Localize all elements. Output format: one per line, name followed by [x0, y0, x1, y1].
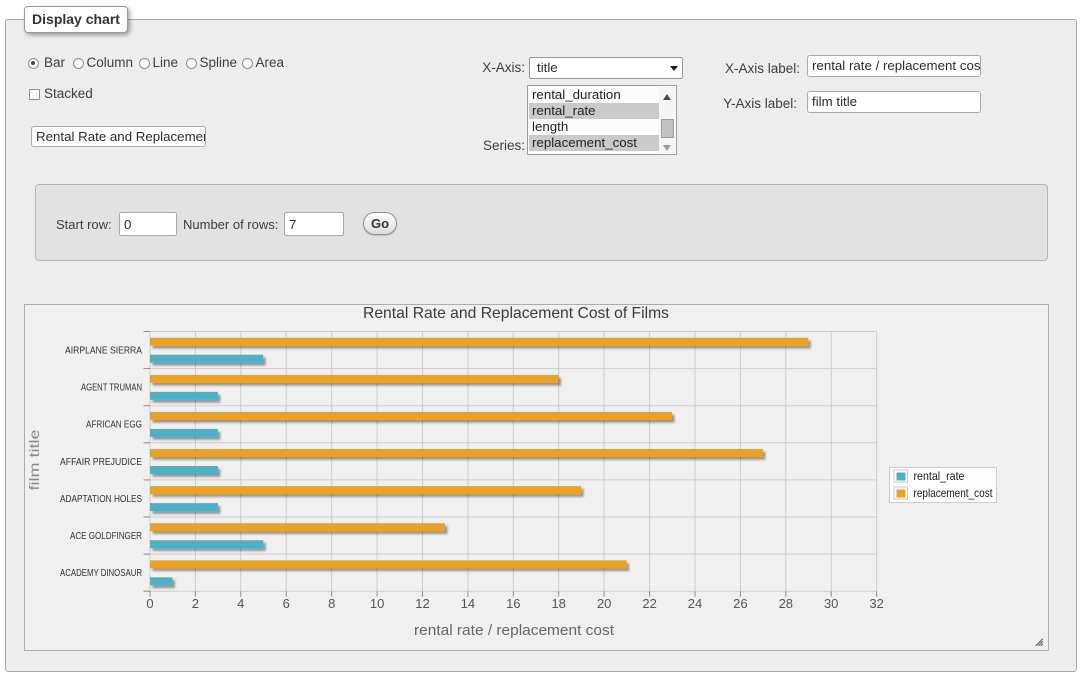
svg-text:28: 28: [779, 596, 793, 611]
svg-text:18: 18: [551, 596, 565, 611]
svg-text:AFRICAN EGG: AFRICAN EGG: [86, 420, 142, 431]
svg-text:AGENT TRUMAN: AGENT TRUMAN: [81, 383, 142, 394]
svg-text:32: 32: [869, 596, 883, 611]
svg-text:10: 10: [370, 596, 384, 611]
svg-text:4: 4: [237, 596, 244, 611]
svg-text:30: 30: [824, 596, 838, 611]
svg-text:ACE GOLDFINGER: ACE GOLDFINGER: [70, 531, 142, 542]
svg-text:2: 2: [192, 596, 199, 611]
svg-text:26: 26: [733, 596, 747, 611]
svg-text:rental rate / replacement cost: rental rate / replacement cost: [414, 623, 614, 639]
svg-text:rental_rate: rental_rate: [914, 470, 965, 483]
svg-text:6: 6: [283, 596, 290, 611]
svg-text:0: 0: [146, 596, 153, 611]
svg-text:12: 12: [415, 596, 429, 611]
svg-text:8: 8: [328, 596, 335, 611]
svg-text:replacement_cost: replacement_cost: [914, 487, 994, 500]
svg-text:ADAPTATION HOLES: ADAPTATION HOLES: [60, 494, 142, 505]
svg-text:20: 20: [597, 596, 611, 611]
svg-text:22: 22: [642, 596, 656, 611]
svg-text:Rental Rate and Replacement Co: Rental Rate and Replacement Cost of Film…: [363, 305, 669, 322]
svg-text:film title: film title: [26, 429, 42, 490]
svg-text:ACADEMY DINOSAUR: ACADEMY DINOSAUR: [60, 568, 142, 579]
svg-text:24: 24: [688, 596, 702, 611]
svg-text:16: 16: [506, 596, 520, 611]
svg-text:AFFAIR PREJUDICE: AFFAIR PREJUDICE: [60, 457, 142, 468]
svg-text:14: 14: [461, 596, 475, 611]
svg-text:AIRPLANE SIERRA: AIRPLANE SIERRA: [65, 345, 142, 356]
